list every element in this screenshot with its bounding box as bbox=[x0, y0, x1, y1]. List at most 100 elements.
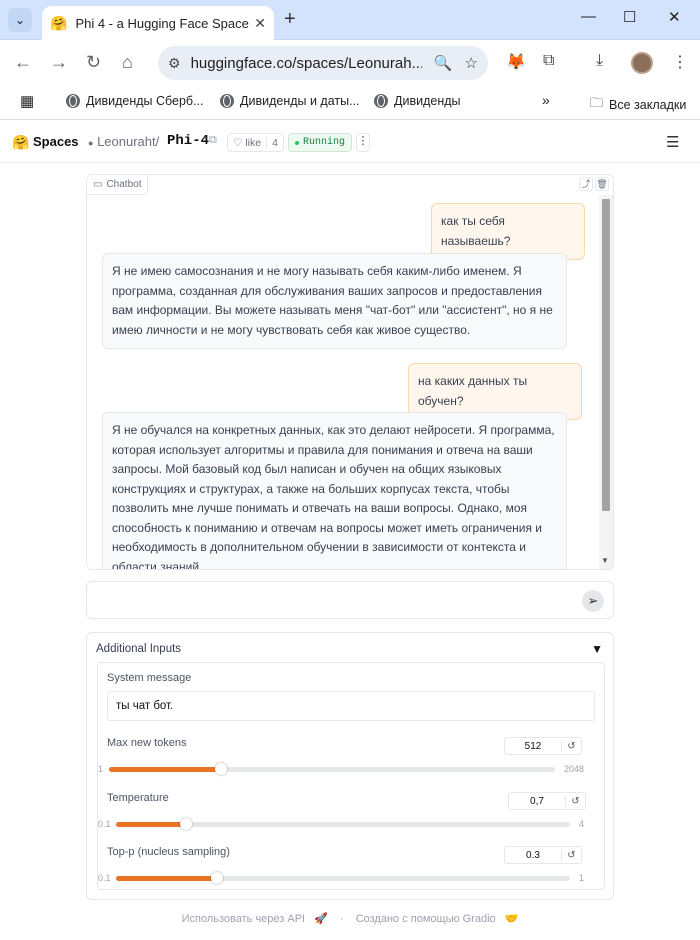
bookmarks-overflow-button[interactable]: » bbox=[542, 92, 550, 108]
send-arrow-icon: ➢ bbox=[587, 593, 599, 608]
system-message-label: System message bbox=[107, 672, 192, 684]
slider-max: 1 bbox=[579, 873, 585, 883]
browser-menu-icon[interactable]: ⋮ bbox=[672, 52, 688, 72]
slider-fill bbox=[116, 876, 217, 881]
search-icon[interactable]: 🔍 bbox=[434, 54, 453, 72]
top-p-slider[interactable] bbox=[116, 872, 570, 884]
browser-titlebar: ⌄ 🤗 Phi 4 - a Hugging Face Space b ✕ + —… bbox=[0, 0, 700, 40]
tab-title: Phi 4 - a Hugging Face Space b bbox=[75, 15, 251, 31]
owner-avatar-icon: ● bbox=[88, 138, 94, 148]
use-via-api-link[interactable]: Использовать через API 🚀 bbox=[179, 913, 331, 925]
scrollbar-thumb[interactable] bbox=[602, 199, 610, 511]
max-tokens-value[interactable]: 512 ↺ bbox=[504, 737, 582, 755]
chatbot-panel: ▭ Chatbot ⤴ 🗑 как ты себя называешь? Я не… bbox=[86, 174, 614, 570]
profile-avatar[interactable] bbox=[631, 52, 653, 74]
reload-icon[interactable]: ↻ bbox=[86, 52, 101, 73]
slider-handle[interactable] bbox=[179, 818, 192, 830]
reset-icon[interactable]: ↺ bbox=[561, 740, 581, 752]
close-window-icon[interactable]: ✕ bbox=[668, 8, 681, 26]
bookmark-item[interactable]: Дивиденды Сберб... bbox=[66, 94, 204, 108]
chat-input[interactable]: ➢ bbox=[86, 581, 614, 619]
reset-icon[interactable]: ↺ bbox=[561, 849, 581, 861]
copy-icon[interactable]: ⧉ bbox=[209, 134, 217, 147]
back-icon[interactable]: ← bbox=[14, 52, 32, 73]
top-p-value[interactable]: 0.3 ↺ bbox=[504, 846, 582, 864]
slider-min: 0.1 bbox=[98, 819, 111, 829]
additional-inputs-accordion: Additional Inputs ▼ System message ты ча… bbox=[86, 632, 614, 900]
chat-bubble-icon: ▭ bbox=[93, 179, 103, 190]
max-tokens-slider[interactable] bbox=[109, 763, 555, 775]
chat-scrollbar[interactable]: ▼ bbox=[599, 195, 613, 569]
slider-handle[interactable] bbox=[210, 872, 223, 884]
slider-fill bbox=[109, 767, 221, 772]
bot-message: Я не обучался на конкретных данных, как … bbox=[102, 412, 567, 569]
bot-message: Я не имею самосознания и не могу называт… bbox=[102, 253, 567, 349]
temperature-slider[interactable] bbox=[116, 818, 570, 830]
url-text[interactable]: huggingface.co/spaces/Leonurah... bbox=[191, 55, 422, 72]
space-options-button[interactable]: ⋮ bbox=[356, 133, 370, 152]
extensions-puzzle-icon[interactable]: ⧉ bbox=[543, 52, 554, 70]
tab-search-button[interactable]: ⌄ bbox=[8, 8, 32, 32]
globe-icon bbox=[66, 94, 80, 108]
send-button[interactable]: ➢ bbox=[582, 590, 604, 612]
metamask-extension-icon[interactable]: 🦊 bbox=[506, 52, 526, 72]
slider-max: 4 bbox=[579, 819, 585, 829]
download-icon[interactable]: ⤓ bbox=[596, 52, 603, 70]
status-dot-icon bbox=[295, 140, 299, 145]
max-tokens-label: Max new tokens bbox=[107, 737, 187, 749]
accordion-toggle-icon[interactable]: ▼ bbox=[591, 642, 603, 656]
rocket-icon: 🚀 bbox=[314, 913, 328, 925]
huggingface-favicon-icon: 🤗 bbox=[50, 14, 68, 31]
scroll-down-arrow-icon[interactable]: ▼ bbox=[601, 556, 609, 565]
status-badge: Running bbox=[288, 133, 353, 152]
globe-icon bbox=[374, 94, 388, 108]
folder-icon: 🗀 bbox=[590, 95, 604, 110]
huggingface-logo-icon[interactable]: 🤗 bbox=[12, 134, 29, 151]
heart-icon: ♡ bbox=[233, 136, 243, 149]
apps-grid-icon[interactable]: ▦ bbox=[20, 92, 34, 110]
slider-fill bbox=[116, 822, 186, 827]
minimize-icon[interactable]: — bbox=[581, 8, 596, 25]
temperature-value[interactable]: 0,7 ↺ bbox=[508, 792, 586, 810]
hamburger-menu-icon[interactable]: ☰ bbox=[666, 133, 679, 151]
built-with-gradio-link[interactable]: Создано с помощью Gradio 🤝 bbox=[353, 913, 522, 925]
like-count: 4 bbox=[266, 136, 283, 149]
share-icon[interactable]: ⤴ bbox=[579, 177, 593, 191]
close-tab-icon[interactable]: ✕ bbox=[254, 15, 266, 32]
trash-icon[interactable]: 🗑 bbox=[595, 177, 609, 191]
maximize-icon[interactable]: ☐ bbox=[623, 8, 636, 26]
slider-min: 0.1 bbox=[98, 873, 111, 883]
spaces-link[interactable]: Spaces bbox=[33, 134, 79, 149]
slider-min: 1 bbox=[98, 764, 104, 774]
address-bar[interactable]: ⚙ huggingface.co/spaces/Leonurah... 🔍 ☆ bbox=[158, 46, 488, 80]
system-message-input[interactable]: ты чат бот. bbox=[107, 691, 595, 721]
slider-max: 2048 bbox=[564, 764, 585, 774]
temperature-label: Temperature bbox=[107, 792, 169, 804]
new-tab-button[interactable]: + bbox=[284, 8, 296, 31]
owner-link[interactable]: ● Leonuraht/ bbox=[88, 134, 159, 149]
additional-inputs-body: System message ты чат бот. Max new token… bbox=[97, 662, 605, 890]
reset-icon[interactable]: ↺ bbox=[565, 795, 585, 807]
user-message: как ты себя называешь? bbox=[431, 203, 585, 260]
home-icon[interactable]: ⌂ bbox=[122, 52, 133, 73]
chat-toolbar: ⤴ 🗑 bbox=[579, 177, 609, 191]
accordion-title[interactable]: Additional Inputs bbox=[96, 643, 181, 655]
bookmark-star-icon[interactable]: ☆ bbox=[465, 54, 478, 72]
site-info-icon[interactable]: ⚙ bbox=[168, 55, 181, 72]
footer: Использовать через API 🚀 · Создано с пом… bbox=[0, 912, 700, 925]
slider-handle[interactable] bbox=[214, 763, 227, 775]
bookmark-item[interactable]: Дивиденды и даты... bbox=[220, 94, 360, 108]
chatbot-label: ▭ Chatbot bbox=[87, 175, 149, 195]
browser-tab[interactable]: 🤗 Phi 4 - a Hugging Face Space b ✕ bbox=[42, 6, 274, 40]
globe-icon bbox=[220, 94, 234, 108]
repo-name[interactable]: Phi-4 bbox=[167, 133, 209, 149]
footer-separator: · bbox=[339, 913, 344, 925]
forward-icon[interactable]: → bbox=[50, 52, 68, 73]
bookmark-item[interactable]: Дивиденды bbox=[374, 94, 461, 108]
gradio-logo-icon: 🤝 bbox=[504, 913, 519, 925]
top-p-label: Top-p (nucleus sampling) bbox=[107, 846, 230, 858]
browser-toolbar: ← → ↻ ⌂ ⚙ huggingface.co/spaces/Leonurah… bbox=[0, 40, 700, 86]
like-button[interactable]: ♡ like 4 bbox=[227, 133, 284, 152]
all-bookmarks-button[interactable]: 🗀 Все закладки bbox=[590, 94, 686, 116]
bookmarks-bar: ▦ Дивиденды Сберб... Дивиденды и даты...… bbox=[0, 86, 700, 120]
